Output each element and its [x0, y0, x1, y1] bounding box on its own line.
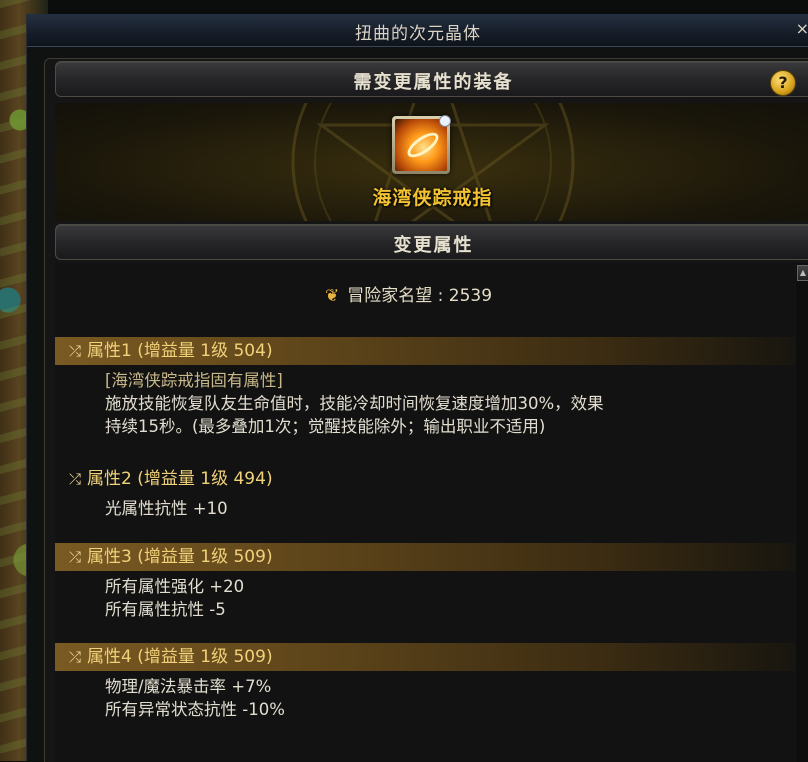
attribute-details: [海湾侠踪戒指固有属性] 施放技能恢复队友生命值时，技能冷却时间恢复速度增加30… [55, 369, 795, 438]
title-bar[interactable]: 扭曲的次元晶体 × [27, 14, 808, 47]
attribute-details: 光属性抗性 +10 [55, 497, 795, 520]
attribute-line: [海湾侠踪戒指固有属性] [105, 371, 283, 390]
laurel-icon: ❦ [325, 286, 340, 306]
attribute-4[interactable]: ⤮ 属性4 (增益量 1级 509) 物理/魔法暴击率 +7% 所有异常状态抗性 … [55, 643, 795, 721]
help-icon[interactable]: ? [770, 70, 796, 96]
attribute-line: 所有属性抗性 -5 [105, 600, 226, 619]
attribute-details: 物理/魔法暴击率 +7% 所有异常状态抗性 -10% [55, 675, 795, 721]
attribute-line: 光属性抗性 +10 [105, 499, 228, 518]
attribute-title: ⤮ 属性1 (增益量 1级 504) [55, 337, 795, 365]
change-section-header: 变更属性 [55, 224, 808, 260]
attribute-line: 所有异常状态抗性 -10% [105, 700, 285, 719]
item-name: 海湾侠踪戒指 [372, 187, 493, 209]
shuffle-icon: ⤮ [69, 548, 82, 566]
main-panel: 需变更属性的装备 ? 海湾侠踪戒指 变更属性 ❦ 冒险家名望 : 2539 ⤮ [44, 58, 808, 762]
attribute-title: ⤮ 属性3 (增益量 1级 509) [55, 543, 795, 571]
attribute-title: ⤮ 属性4 (增益量 1级 509) [55, 643, 795, 671]
shuffle-icon: ⤮ [69, 342, 82, 360]
renown-value: 冒险家名望 : 2539 [347, 286, 493, 306]
ring-item-icon [395, 115, 451, 171]
adventurer-renown: ❦ 冒险家名望 : 2539 [325, 281, 492, 306]
window-title: 扭曲的次元晶体 [355, 24, 481, 44]
attribute-3[interactable]: ⤮ 属性3 (增益量 1级 509) 所有属性强化 +20 所有属性抗性 -5 [55, 543, 795, 621]
attribute-list: ❦ 冒险家名望 : 2539 ⤮ 属性1 (增益量 1级 504) [海湾侠踪戒指固… [55, 263, 795, 762]
attribute-line: 物理/魔法暴击率 +7% [105, 677, 272, 696]
attribute-line: 所有属性强化 +20 [105, 577, 245, 596]
attribute-line: 施放技能恢复队友生命值时，技能冷却时间恢复速度增加30%，效果 [105, 394, 604, 413]
equipment-slot[interactable] [392, 115, 451, 174]
crystal-window: 扭曲的次元晶体 × 需变更属性的装备 ? 海湾侠踪戒指 变更属性 ❦ 冒险家名望 … [26, 14, 808, 762]
scrollbar[interactable]: ▲ [796, 263, 808, 762]
change-section-title: 变更属性 [393, 235, 474, 256]
attribute-1[interactable]: ⤮ 属性1 (增益量 1级 504) [海湾侠踪戒指固有属性] 施放技能恢复队友生… [55, 337, 795, 438]
scroll-up-icon[interactable]: ▲ [797, 265, 808, 281]
close-icon[interactable]: × [795, 20, 808, 38]
attribute-title: ⤮ 属性2 (增益量 1级 494) [69, 469, 273, 489]
equipment-display: 海湾侠踪戒指 [55, 103, 808, 221]
shuffle-icon: ⤮ [69, 470, 82, 488]
attribute-line: 持续15秒。(最多叠加1次；觉醒技能除外；输出职业不适用) [105, 417, 546, 436]
shuffle-icon: ⤮ [69, 648, 82, 666]
attribute-2[interactable]: ⤮ 属性2 (增益量 1级 494) 光属性抗性 +10 [55, 465, 795, 520]
equipment-section-title: 需变更属性的装备 [353, 72, 514, 93]
attribute-details: 所有属性强化 +20 所有属性抗性 -5 [55, 575, 795, 621]
equipment-section-header: 需变更属性的装备 [55, 61, 808, 97]
